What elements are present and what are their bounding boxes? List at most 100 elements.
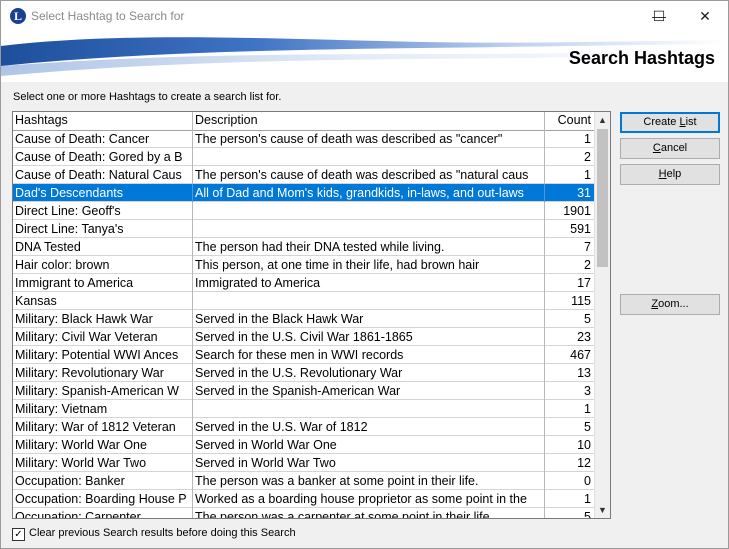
header-banner: Search Hashtags: [1, 32, 728, 82]
table-row[interactable]: Military: Revolutionary War Served in the…: [13, 364, 594, 382]
maximize-button[interactable]: ☐: [636, 1, 682, 31]
table-row[interactable]: Kansas 115: [13, 292, 594, 310]
description-cell: Served in the Spanish-American War: [193, 382, 545, 400]
create-list-button[interactable]: Create List: [620, 112, 720, 133]
button-accelerator: H: [658, 168, 667, 180]
dialog-window: L Select Hashtag to Search for — ☐ ✕ Sea…: [0, 0, 729, 549]
hashtag-cell: Cause of Death: Natural Caus: [13, 166, 193, 184]
column-header-count[interactable]: Count: [545, 112, 594, 130]
hashtag-cell: Occupation: Carpenter: [13, 508, 193, 518]
scrollbar-thumb[interactable]: [597, 129, 608, 267]
description-cell: The person was a carpenter at some point…: [193, 508, 545, 518]
description-cell: The person was a banker at some point in…: [193, 472, 545, 490]
hashtag-cell: Dad's Descendants: [13, 184, 193, 202]
button-accelerator: C: [652, 142, 661, 154]
description-cell: Served in the U.S. Revolutionary War: [193, 364, 545, 382]
vertical-scrollbar[interactable]: ▲ ▼: [594, 112, 610, 518]
table-row[interactable]: Cause of Death: Gored by a B 2: [13, 148, 594, 166]
button-label: ancel: [660, 142, 688, 154]
table-row[interactable]: Immigrant to America Immigrated to Americ…: [13, 274, 594, 292]
hashtag-cell: Occupation: Banker: [13, 472, 193, 490]
cancel-button[interactable]: Cancel: [620, 138, 720, 159]
hashtag-cell: Cause of Death: Gored by a B: [13, 148, 193, 166]
hashtag-cell: DNA Tested: [13, 238, 193, 256]
hashtag-cell: Kansas: [13, 292, 193, 310]
description-cell: Served in the U.S. Civil War 1861-1865: [193, 328, 545, 346]
clear-results-label[interactable]: Clear previous Search results before doi…: [29, 527, 296, 539]
window-title: Select Hashtag to Search for: [31, 9, 185, 23]
close-button[interactable]: ✕: [682, 1, 728, 31]
hashtag-cell: Direct Line: Tanya's: [13, 220, 193, 238]
column-header-hashtags[interactable]: Hashtags: [13, 112, 193, 130]
count-cell: 115: [571, 294, 591, 308]
hashtag-cell: Immigrant to America: [13, 274, 193, 292]
count-cell: 5: [584, 312, 591, 326]
description-cell: Served in the U.S. War of 1812: [193, 418, 545, 436]
table-row[interactable]: DNA Tested The person had their DNA teste…: [13, 238, 594, 256]
table-row[interactable]: Military: World War One Served in World W…: [13, 436, 594, 454]
description-cell: The person's cause of death was describe…: [193, 130, 545, 148]
table-row[interactable]: Dad's Descendants All of Dad and Mom's ki…: [13, 184, 594, 202]
table-row[interactable]: Hair color: brown This person, at one tim…: [13, 256, 594, 274]
description-cell: This person, at one time in their life, …: [193, 256, 545, 274]
hashtag-cell: Military: Black Hawk War: [13, 310, 193, 328]
hashtag-cell: Direct Line: Geoff's: [13, 202, 193, 220]
column-header-description[interactable]: Description: [193, 112, 545, 130]
hashtag-cell: Hair color: brown: [13, 256, 193, 274]
count-cell: 12: [577, 456, 591, 470]
banner-title: Search Hashtags: [568, 48, 715, 68]
clear-results-checkbox[interactable]: ✓: [12, 528, 25, 541]
table-row[interactable]: Cause of Death: Natural Caus The person's…: [13, 166, 594, 184]
table-row[interactable]: Occupation: Boarding House P Worked as a …: [13, 490, 594, 508]
description-cell: [193, 292, 545, 310]
table-row[interactable]: Cause of Death: Cancer The person's cause…: [13, 130, 594, 148]
count-cell: 1901: [563, 204, 591, 218]
scroll-up-icon[interactable]: ▲: [595, 112, 610, 128]
count-cell: 7: [584, 240, 591, 254]
zoom-button[interactable]: Zoom...: [620, 294, 720, 315]
table-row[interactable]: Military: Black Hawk War Served in the Bl…: [13, 310, 594, 328]
count-cell: 1: [584, 168, 591, 182]
hashtag-cell: Military: World War Two: [13, 454, 193, 472]
count-cell: 1: [584, 492, 591, 506]
description-cell: Served in World War Two: [193, 454, 545, 472]
description-cell: Search for these men in WWI records: [193, 346, 545, 364]
hashtag-list[interactable]: Hashtags Description Count Cause of Deat…: [12, 111, 611, 519]
count-cell: 17: [577, 276, 591, 290]
hashtag-cell: Cause of Death: Cancer: [13, 130, 193, 148]
description-cell: [193, 202, 545, 220]
description-cell: All of Dad and Mom's kids, grandkids, in…: [193, 184, 545, 202]
hashtag-cell: Military: Revolutionary War: [13, 364, 193, 382]
count-cell: 467: [570, 348, 591, 362]
table-row[interactable]: Direct Line: Geoff's 1901: [13, 202, 594, 220]
count-cell: 31: [577, 186, 591, 200]
table-row[interactable]: Military: Civil War Veteran Served in the…: [13, 328, 594, 346]
description-cell: The person had their DNA tested while li…: [193, 238, 545, 256]
description-cell: Immigrated to America: [193, 274, 545, 292]
close-icon: ✕: [699, 8, 711, 24]
help-button[interactable]: Help: [620, 164, 720, 185]
count-cell: 1: [584, 132, 591, 146]
scroll-down-icon[interactable]: ▼: [595, 502, 610, 518]
table-row[interactable]: Military: Vietnam 1: [13, 400, 594, 418]
table-row[interactable]: Military: World War Two Served in World W…: [13, 454, 594, 472]
count-cell: 1: [584, 402, 591, 416]
title-bar[interactable]: L Select Hashtag to Search for — ☐ ✕: [1, 1, 728, 32]
table-row[interactable]: Occupation: Carpenter The person was a ca…: [13, 508, 594, 518]
description-cell: [193, 148, 545, 166]
description-cell: [193, 220, 545, 238]
table-row[interactable]: Military: War of 1812 Veteran Served in t…: [13, 418, 594, 436]
maximize-icon: ☐: [652, 8, 666, 24]
table-row[interactable]: Occupation: Banker The person was a banke…: [13, 472, 594, 490]
count-cell: 591: [570, 222, 591, 236]
count-cell: 2: [584, 258, 591, 272]
table-row[interactable]: Military: Spanish-American W Served in th…: [13, 382, 594, 400]
hashtag-cell: Military: War of 1812 Veteran: [13, 418, 193, 436]
hashtag-cell: Military: Civil War Veteran: [13, 328, 193, 346]
count-cell: 23: [577, 330, 591, 344]
hashtag-cell: Military: Potential WWI Ances: [13, 346, 193, 364]
list-header: Hashtags Description Count: [13, 112, 594, 131]
table-row[interactable]: Direct Line: Tanya's 591: [13, 220, 594, 238]
table-row[interactable]: Military: Potential WWI Ances Search for …: [13, 346, 594, 364]
count-cell: 5: [584, 510, 591, 518]
